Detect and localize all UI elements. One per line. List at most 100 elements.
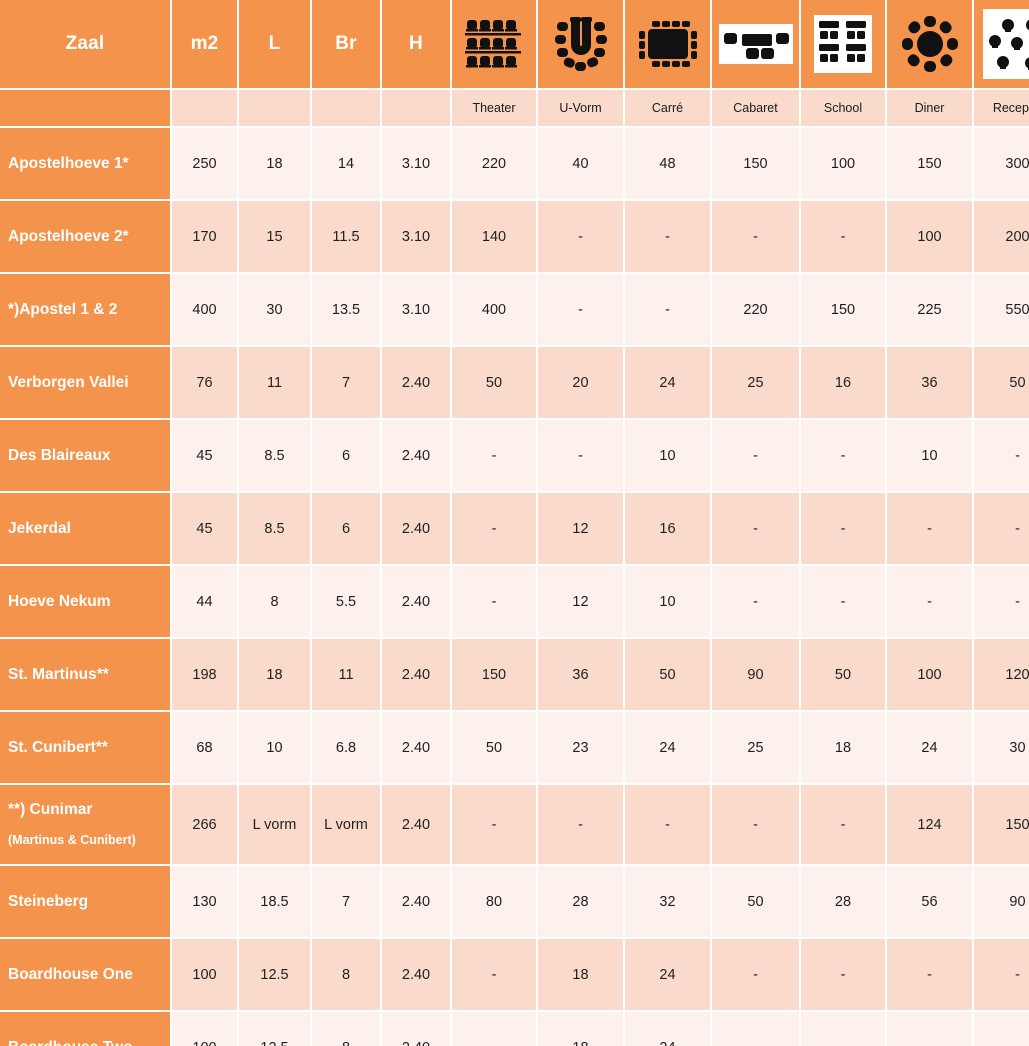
table-cell: 5.5 — [312, 566, 380, 637]
table-cell: 40 — [538, 128, 623, 199]
room-name-cell: St. Martinus** — [0, 639, 170, 710]
table-cell: 150 — [974, 785, 1029, 864]
table-row: Boardhouse Two10012.582.40-1824---- — [0, 1012, 1029, 1046]
table-cell: 16 — [625, 493, 710, 564]
table-cell: 140 — [452, 201, 536, 272]
table-cell: 2.40 — [382, 493, 450, 564]
column-header-diner — [887, 0, 972, 88]
table-cell: 2.40 — [382, 1012, 450, 1046]
table-cell: - — [538, 420, 623, 491]
column-header-carre — [625, 0, 710, 88]
table-cell: 2.40 — [382, 785, 450, 864]
room-name-cell: St. Cunibert** — [0, 712, 170, 783]
table-cell: 170 — [172, 201, 237, 272]
table-cell: - — [712, 566, 799, 637]
column-header-length: L — [239, 0, 310, 88]
room-name-cell: Boardhouse One — [0, 939, 170, 1010]
table-cell: 80 — [452, 866, 536, 937]
room-name-label: Des Blaireaux — [8, 446, 111, 464]
table-cell: 2.40 — [382, 939, 450, 1010]
table-cell: 18 — [239, 128, 310, 199]
table-cell: - — [887, 493, 972, 564]
table-cell: 45 — [172, 420, 237, 491]
table-cell: 15 — [239, 201, 310, 272]
table-cell: 48 — [625, 128, 710, 199]
room-name-cell: Apostelhoeve 2* — [0, 201, 170, 272]
diner-round-banquet-table-icon — [901, 16, 958, 72]
u-shape-table-icon — [551, 15, 611, 73]
table-cell: - — [538, 274, 623, 345]
table-cell: - — [712, 420, 799, 491]
table-cell: 3.10 — [382, 128, 450, 199]
table-row: Steineberg 130 18.5 7 2.40 80 28 32 50 28 56 90 — [0, 866, 1029, 937]
table-cell: 50 — [452, 347, 536, 418]
table-cell: - — [887, 1012, 972, 1046]
room-name-cell: Apostelhoeve 1* — [0, 128, 170, 199]
table-cell: - — [625, 274, 710, 345]
subheader-m2-blank — [172, 90, 237, 126]
table-cell: 50 — [974, 347, 1029, 418]
table-row: **) Cunimar (Martinus & Cunibert) 266 L vor… — [0, 785, 1029, 864]
room-name-label: Verborgen Vallei — [8, 373, 129, 391]
table-cell: 2.40 — [382, 866, 450, 937]
table-cell: - — [452, 566, 536, 637]
table-header-icon-row: Zaal m2 L Br H — [0, 0, 1029, 88]
room-name-label: Apostelhoeve 1* — [8, 154, 129, 172]
table-cell: 68 — [172, 712, 237, 783]
room-name-label: Hoeve Nekum — [8, 592, 111, 610]
table-cell: 18 — [538, 1012, 623, 1046]
table-cell: - — [625, 785, 710, 864]
subheader-diner: Diner — [887, 90, 972, 126]
table-cell: 8.5 — [239, 420, 310, 491]
table-cell: - — [887, 566, 972, 637]
table-cell: 2.40 — [382, 639, 450, 710]
room-name-cell: Hoeve Nekum — [0, 566, 170, 637]
table-row: Apostelhoeve 2* 170 15 11.5 3.10 140- - - -100 20… — [0, 201, 1029, 272]
table-row: St. Cunibert** 68 10 6.8 2.40 50 23 24 25 18 24 30 — [0, 712, 1029, 783]
table-cell: - — [801, 201, 885, 272]
table-cell: 550 — [974, 274, 1029, 345]
table-cell: 30 — [974, 712, 1029, 783]
room-name-cell: Verborgen Vallei — [0, 347, 170, 418]
room-name-cell: Des Blaireaux — [0, 420, 170, 491]
table-row: Boardhouse One 100 12.5 8 2.40-18 24- - - - — [0, 939, 1029, 1010]
table-cell: - — [538, 201, 623, 272]
table-subheader-row: Theater U-Vorm Carré Cabaret School Dine… — [0, 90, 1029, 126]
table-cell: 11 — [239, 347, 310, 418]
table-cell: 50 — [801, 639, 885, 710]
table-cell: - — [452, 420, 536, 491]
table-cell: 30 — [239, 274, 310, 345]
school-classroom-desks-icon — [814, 15, 872, 73]
table-cell: 100 — [887, 639, 972, 710]
table-cell: 100 — [172, 939, 237, 1010]
table-body: Apostelhoeve 1* 250 18 14 3.10 220 40 48 150 100 1… — [0, 128, 1029, 1046]
table-cell: 120 — [974, 639, 1029, 710]
table-cell: 50 — [712, 866, 799, 937]
subheader-cabaret: Cabaret — [712, 90, 799, 126]
table-cell: 36 — [538, 639, 623, 710]
column-header-height: H — [382, 0, 450, 88]
room-name-label: Boardhouse Two — [8, 1039, 170, 1046]
table-cell: 300 — [974, 128, 1029, 199]
room-name-cell: Steineberg — [0, 866, 170, 937]
table-cell: 250 — [172, 128, 237, 199]
table-cell: 10 — [625, 566, 710, 637]
table-cell: 11 — [312, 639, 380, 710]
table-cell: - — [712, 939, 799, 1010]
table-cell: 220 — [712, 274, 799, 345]
table-cell: - — [974, 939, 1029, 1010]
table-cell: - — [801, 785, 885, 864]
subheader-carre: Carré — [625, 90, 710, 126]
column-header-cabaret — [712, 0, 799, 88]
table-cell: 8 — [239, 566, 310, 637]
subheader-u-vorm: U-Vorm — [538, 90, 623, 126]
carre-hollow-square-table-icon — [637, 20, 699, 68]
table-cell: 12 — [538, 493, 623, 564]
table-cell: 18 — [538, 939, 623, 1010]
table-cell: - — [712, 201, 799, 272]
table-cell: 150 — [712, 128, 799, 199]
subheader-receptie: Receptie — [974, 90, 1029, 126]
table-row: Hoeve Nekum 44 8 5.5 2.40-12 10- - - - — [0, 566, 1029, 637]
table-cell: - — [712, 1012, 799, 1046]
table-cell: 16 — [801, 347, 885, 418]
